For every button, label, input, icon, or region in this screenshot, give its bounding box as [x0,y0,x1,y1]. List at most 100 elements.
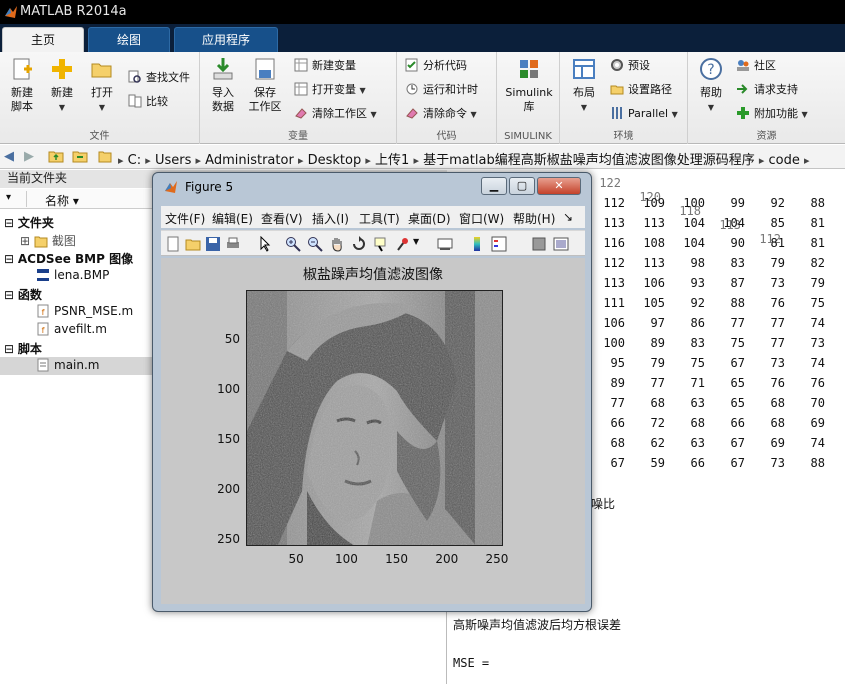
figure-canvas[interactable]: 椒盐躁声均值滤波图像 50 100 150 200 250 50 100 150… [161,258,585,604]
hide-plot-tools-icon[interactable] [531,236,547,252]
eraser-icon [295,108,307,119]
run-and-time-button[interactable]: 运行和计时 [405,80,478,100]
ribbon-group-variable: 导入 数据 保存 工作区 新建变量 打开变量 ▼ 清除工作区 ▼ 变量 [200,52,397,144]
browse-folder-icon[interactable] [72,149,88,167]
group-header-functions[interactable]: ⊟ 函数 [4,286,42,303]
matrix-cell: 68 [650,396,665,410]
find-files-button[interactable]: 查找文件 [128,68,190,88]
save-icon[interactable] [205,236,221,252]
dropdown-arrow-icon: ▼ [671,110,678,119]
save-workspace-button[interactable]: 保存 工作区 [245,56,285,114]
show-plot-tools-icon[interactable] [553,236,569,252]
group-header-scripts[interactable]: ⊟ 脚本 [4,340,42,357]
matrix-cell: 65 [730,396,745,410]
figure-window[interactable]: Figure 5 ▁ ▢ ✕ 文件(F) 编辑(E) 查看(V) 插入(I) 工… [152,172,592,612]
colorbar-icon[interactable] [469,236,485,252]
link-plot-icon[interactable] [437,236,453,252]
matrix-cell: 71 [690,376,705,390]
name-column-header[interactable]: 名称 ▾ [45,192,79,209]
menu-help[interactable]: 帮助(H) [513,210,555,227]
breadcrumb-item[interactable]: code [769,153,800,168]
pointer-icon[interactable] [257,236,273,252]
close-button[interactable]: ✕ [537,177,581,195]
figure-toolbar: ▼ [161,230,585,256]
menu-edit[interactable]: 编辑(E) [212,210,253,227]
open-variable-button[interactable]: 打开变量 ▼ [294,80,366,100]
help-button[interactable]: ? 帮助 ▼ [691,56,731,115]
menu-desktop[interactable]: 桌面(D) [408,210,451,227]
breadcrumb-item[interactable]: 上传1 [375,153,409,168]
data-cursor-icon[interactable] [373,236,389,252]
group-header-folders[interactable]: ⊟ 文件夹 [4,214,54,231]
new-variable-button[interactable]: 新建变量 [294,56,356,76]
matrix-cell: 77 [610,396,625,410]
dropdown-arrow-icon[interactable]: ▼ [413,237,419,246]
matrix-cell: 67 [730,356,745,370]
preferences-button[interactable]: 预设 [610,56,650,76]
menu-file[interactable]: 文件(F) [165,210,205,227]
open-button[interactable]: 打开 ▼ [82,56,122,115]
back-icon[interactable]: ◀ [4,149,14,164]
breadcrumb-item[interactable]: Administrator [205,153,294,168]
group-label-file: 文件 [89,131,110,142]
matrix-cell: 100 [603,336,625,350]
tab-apps[interactable]: 应用程序 [174,27,278,52]
sort-arrow-icon[interactable]: ▾ [6,192,11,203]
list-item[interactable]: f avefilt.m [36,322,107,336]
menu-overflow-icon[interactable]: ↘ [563,210,573,224]
tab-plots[interactable]: 绘图 [88,27,170,52]
rotate-3d-icon[interactable] [351,236,367,252]
help-icon: ? [700,58,722,80]
new-script-button[interactable]: 新建 脚本 [2,56,42,114]
clear-workspace-button[interactable]: 清除工作区 ▼ [294,104,377,124]
import-data-button[interactable]: 导入 数据 [203,56,243,114]
layout-button[interactable]: 布局 ▼ [564,56,604,115]
find-files-label: 查找文件 [146,71,190,84]
print-icon[interactable] [225,236,241,252]
save-workspace-label: 保存 工作区 [248,86,282,113]
matrix-cell: 112 [603,196,625,210]
breadcrumb-item[interactable]: Users [155,153,191,168]
zoom-in-icon[interactable] [285,236,301,252]
community-button[interactable]: 社区 [736,56,776,76]
menu-window[interactable]: 窗口(W) [459,210,504,227]
breadcrumb-item[interactable]: C: [128,153,141,168]
maximize-button[interactable]: ▢ [509,177,535,195]
forward-icon[interactable]: ▶ [24,149,34,164]
clear-commands-button[interactable]: 清除命令 ▼ [405,104,477,124]
new-button[interactable]: 新建 ▼ [42,56,82,115]
menu-insert[interactable]: 插入(I) [312,210,349,227]
breadcrumb-item[interactable]: Desktop [308,153,362,168]
open-file-icon[interactable] [185,236,201,252]
minimize-button[interactable]: ▁ [481,177,507,195]
dropdown-arrow-icon: ▼ [580,103,588,112]
up-folder-icon[interactable] [48,149,64,167]
legend-icon[interactable] [491,236,507,252]
request-support-button[interactable]: 请求支持 [736,80,798,100]
parallel-button[interactable]: Parallel ▼ [610,104,678,124]
matlab-logo-icon [5,6,17,18]
simulink-library-button[interactable]: Simulink 库 [503,56,555,114]
matrix-cell: 73 [770,276,785,290]
analyze-code-icon [405,58,418,72]
compare-button[interactable]: 比较 [128,92,168,112]
matrix-cell: 89 [610,376,625,390]
pan-hand-icon[interactable] [329,236,345,252]
list-item[interactable]: lena.BMP [36,268,109,282]
addons-button[interactable]: 附加功能 ▼ [736,104,808,124]
set-path-button[interactable]: 设置路径 [610,80,672,100]
menu-tools[interactable]: 工具(T) [359,210,400,227]
group-header-bmp[interactable]: ⊟ ACDSee BMP 图像 [4,250,133,267]
menu-view[interactable]: 查看(V) [261,210,303,227]
tab-home[interactable]: 主页 [2,27,84,52]
zoom-out-icon[interactable] [307,236,323,252]
matrix-cell: 81 [810,236,825,250]
new-figure-icon[interactable] [165,236,181,252]
list-item[interactable]: ⊞ 截图 [20,232,76,249]
brush-icon[interactable] [395,236,411,252]
list-item[interactable]: f PSNR_MSE.m [36,304,133,318]
matrix-cell: 69 [770,436,785,450]
matrix-cell: 62 [650,436,665,450]
analyze-code-button[interactable]: 分析代码 [405,56,467,76]
matrix-cell: 105 [643,296,665,310]
